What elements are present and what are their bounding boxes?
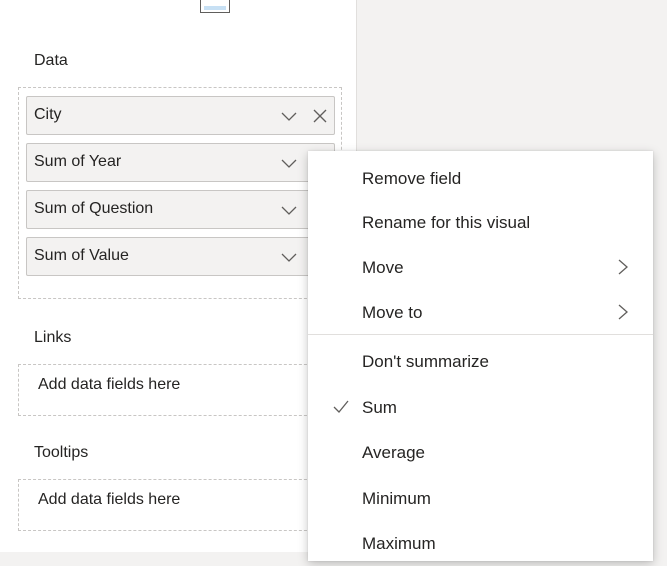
menu-item-maximum[interactable]: Maximum [308,520,653,566]
field-pill-sum-of-year[interactable]: Sum of Year [26,143,335,182]
links-placeholder: Add data fields here [38,376,181,393]
tooltips-placeholder: Add data fields here [38,491,181,508]
menu-item-average[interactable]: Average [308,429,653,475]
field-pill-city[interactable]: City [26,96,335,135]
menu-item-move[interactable]: Move [308,244,653,290]
chevron-right-icon [618,259,628,275]
field-pill-label: City [34,106,62,123]
field-pill-sum-of-question[interactable]: Sum of Question [26,190,335,229]
fields-pane: Data City Sum of Year Sum of Question Su… [0,0,357,552]
checkmark-icon [333,400,349,413]
menu-item-rename-for-this-visual[interactable]: Rename for this visual [308,199,653,245]
menu-divider [308,334,653,335]
close-icon[interactable] [312,108,328,124]
field-context-menu: Remove field Rename for this visual Move… [308,151,653,561]
menu-item-move-to[interactable]: Move to [308,289,653,335]
field-pill-sum-of-value[interactable]: Sum of Value [26,237,335,276]
chevron-down-icon[interactable] [280,107,298,125]
chevron-down-icon[interactable] [280,154,298,172]
menu-item-remove-field[interactable]: Remove field [308,155,653,201]
menu-item-sum[interactable]: Sum [308,384,653,430]
chevron-right-icon [618,304,628,320]
field-pill-label: Sum of Question [34,200,154,217]
menu-item-dont-summarize[interactable]: Don't summarize [308,338,653,384]
tooltips-section-label: Tooltips [34,444,89,461]
tooltips-field-well[interactable]: Add data fields here [18,479,342,531]
visual-format-icon[interactable] [200,0,230,13]
chevron-down-icon[interactable] [280,248,298,266]
links-field-well[interactable]: Add data fields here [18,364,342,416]
menu-item-minimum[interactable]: Minimum [308,475,653,521]
links-section-label: Links [34,329,72,346]
data-section-label: Data [34,52,68,69]
field-pill-label: Sum of Value [34,247,129,264]
field-pill-label: Sum of Year [34,153,122,170]
chevron-down-icon[interactable] [280,201,298,219]
